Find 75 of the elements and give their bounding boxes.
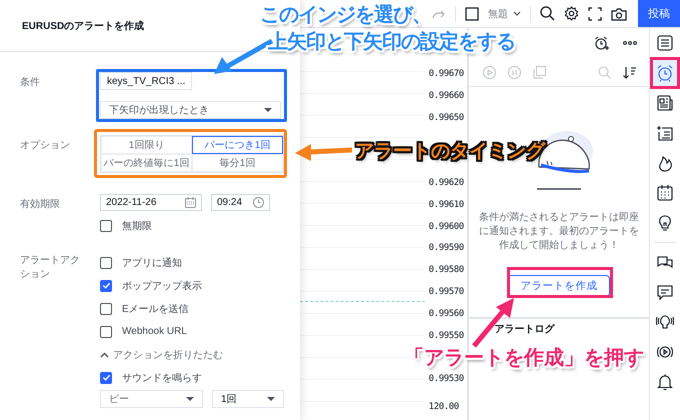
field-label: 条件 — [20, 76, 41, 90]
field-label: 有効期限 — [20, 198, 61, 212]
price-label: 0.99670 — [428, 68, 465, 81]
price-label: 120.00 — [428, 400, 460, 414]
checkbox[interactable] — [100, 220, 112, 232]
camera-icon[interactable] — [611, 6, 627, 20]
calendar-icon — [656, 184, 674, 202]
callout-arrow — [295, 144, 352, 161]
callout-arrow — [472, 298, 514, 348]
publish-button[interactable]: 投稿 — [638, 0, 680, 27]
repeat-dropdown[interactable]: 1回 — [212, 390, 284, 408]
trigger-dropdown[interactable]: 下矢印が出現したとき — [100, 101, 281, 119]
price-label: 0.99570 — [428, 286, 465, 299]
price-label: 0.99610 — [428, 198, 465, 212]
collapse-link[interactable]: アクションを折りたたむ — [100, 343, 223, 366]
checkbox-label: アプリに通知 — [122, 256, 182, 270]
fullscreen-icon[interactable] — [588, 6, 602, 20]
message-icon — [656, 283, 674, 301]
log-title: アラートログ — [494, 324, 555, 335]
calendar-icon — [185, 197, 196, 208]
dialog-title: EURUSDのアラートを作成 — [22, 20, 144, 32]
sort-icon[interactable] — [623, 66, 638, 78]
price-label: 0.99600 — [428, 220, 465, 234]
checkbox-label: サウンドを鳴らす — [122, 372, 202, 384]
checkbox-label: ポップアップ表示 — [122, 280, 202, 292]
checkbox-label: Webhook URL — [122, 326, 187, 337]
square-icon[interactable] — [465, 6, 479, 20]
price-label: 0.99560 — [428, 308, 465, 321]
caret-icon — [186, 397, 194, 401]
sound-dropdown[interactable]: ピー — [100, 390, 203, 408]
layout-dropdown[interactable]: 無題 — [488, 6, 521, 20]
indicator-dropdown[interactable]: keys_TV_RCI3 ... — [100, 72, 192, 90]
date-field[interactable]: 2022-11-26 — [100, 194, 202, 211]
highlight-frame — [650, 57, 680, 89]
checkbox[interactable] — [100, 372, 112, 384]
option-tab[interactable]: 毎分1回 — [192, 154, 283, 172]
settings-icon[interactable] — [564, 6, 579, 21]
price-label: 0.99660 — [428, 90, 465, 103]
option-tab[interactable]: バーの終値毎に1回 — [101, 154, 192, 172]
bell-icon — [656, 373, 674, 391]
checkbox-label: 無期限 — [122, 220, 152, 232]
empty-message: 条件が満たされるとアラートは即座に通知されます。最初のアラートを作成して開始しましょう！ — [478, 211, 640, 253]
alarm-clock-icon — [656, 64, 674, 82]
checkbox[interactable] — [100, 302, 112, 314]
checkbox[interactable] — [100, 256, 112, 268]
chevron-down-icon — [513, 11, 521, 16]
price-label: 0.99580 — [428, 264, 465, 278]
notepad-icon — [656, 124, 674, 142]
checkbox[interactable] — [100, 280, 112, 292]
list-icon — [656, 34, 674, 52]
price-label: 0.99530 — [428, 373, 465, 386]
option-tab[interactable]: 1回限り — [101, 136, 192, 154]
add-alarm-icon[interactable] — [594, 36, 610, 50]
search-icon[interactable] — [540, 6, 555, 21]
field-label: オプション — [20, 138, 71, 153]
checkbox[interactable] — [100, 326, 112, 338]
caret-icon — [267, 397, 275, 401]
price-label: 0.99550 — [428, 330, 465, 343]
chevron-up-icon — [100, 352, 109, 358]
newspaper-icon — [656, 94, 674, 112]
callout-text: 「アラートを作成」を押す — [404, 346, 644, 370]
option-tab[interactable]: バーにつき1回 — [192, 136, 283, 154]
lightbulb-waves-icon — [656, 313, 674, 331]
callout-text: このインジを選び、 — [260, 3, 431, 28]
price-label: 0.99620 — [428, 176, 465, 190]
field-label: アラートアクション — [20, 254, 81, 282]
checkbox-label: Eメールを送信 — [122, 302, 189, 316]
caret-icon — [264, 108, 272, 112]
time-field[interactable]: 09:24 — [211, 194, 270, 211]
callout-text: 上矢印と下矢印の設定をする — [268, 30, 515, 55]
price-label: 0.99650 — [428, 112, 465, 125]
price-label: 0.99590 — [428, 242, 465, 256]
more-icon[interactable] — [623, 41, 638, 45]
clock-icon — [253, 197, 264, 208]
flame-icon — [656, 154, 674, 172]
